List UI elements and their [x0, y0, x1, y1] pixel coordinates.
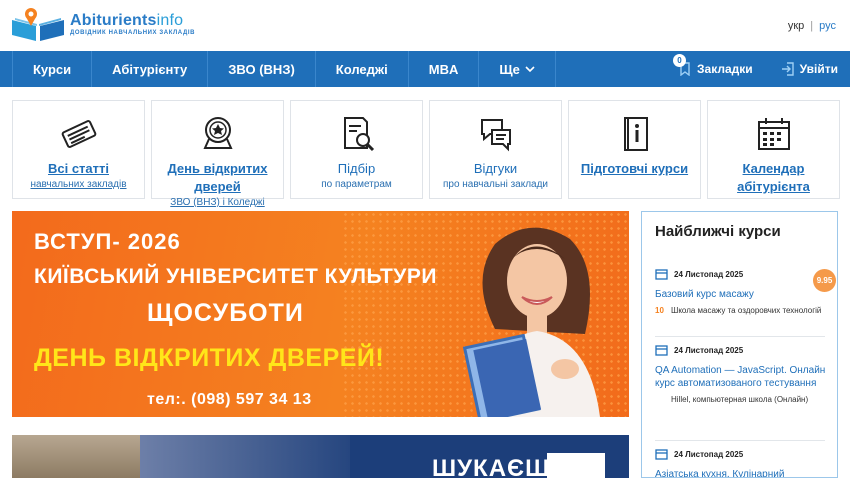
rating-badge: 9.95	[813, 269, 836, 292]
nav-item-applicant[interactable]: Абітурієнту	[92, 51, 209, 87]
bookmarks-button[interactable]: 0 Закладки	[673, 54, 753, 76]
tile-title: Відгуки	[473, 161, 518, 176]
tile-all-articles[interactable]: Всі статті навчальних закладів	[12, 100, 145, 199]
upcoming-courses-panel: Найближчі курси 24 Листопад 2025 Базовий…	[641, 211, 838, 478]
banner-line-1: ВСТУП- 2026	[34, 229, 181, 254]
chevron-down-icon	[525, 66, 535, 73]
tile-subtitle: навчальних закладів	[30, 179, 127, 190]
course-title[interactable]: Азіатська кухня. Кулінарний	[655, 468, 827, 477]
course-title[interactable]: Базовий курс масажу	[655, 288, 827, 301]
course-org: Hillel, компьютерная школа (Онлайн)	[671, 395, 809, 404]
tile-title: Календар абітурієнта	[737, 161, 810, 194]
nav-item-colleges[interactable]: Коледжі	[316, 51, 409, 87]
newspapers-icon	[61, 120, 96, 148]
open-book-logo-icon	[12, 8, 64, 41]
course-item[interactable]: 24 Листопад 2025 Базовий курс масажу 10 Ш…	[655, 268, 827, 316]
login-button[interactable]: Увійти	[781, 62, 838, 76]
award-badge-icon	[202, 117, 233, 149]
tile-calendar[interactable]: Календар абітурієнта	[707, 100, 840, 199]
nav-item-mba[interactable]: MBA	[409, 51, 480, 87]
course-item[interactable]: 24 Листопад 2025 Азіатська кухня. Куліна…	[655, 448, 827, 477]
course-date: 24 Листопад 2025	[674, 449, 744, 459]
lang-ukr[interactable]: укр	[788, 20, 804, 32]
nav-item-more[interactable]: Ще	[479, 51, 556, 87]
banner2-text: ШУКАЄШ	[432, 455, 551, 478]
course-item[interactable]: 24 Листопад 2025 QA Automation — JavaScr…	[655, 344, 827, 405]
banner-phone: тел:. (098) 597 34 13	[147, 391, 312, 408]
course-date: 24 Листопад 2025	[674, 269, 744, 279]
university-logo	[547, 453, 605, 478]
info-book-icon	[623, 117, 648, 151]
lang-rus[interactable]: рус	[819, 20, 836, 32]
tile-subtitle: по параметрам	[321, 179, 392, 190]
calendar-icon	[757, 118, 790, 150]
main-nav: Курси Абітурієнту ЗВО (ВНЗ) Коледжі MBA …	[0, 51, 850, 87]
course-title[interactable]: QA Automation — JavaScript. Онлайн курс …	[655, 364, 827, 390]
tile-open-days[interactable]: День відкритих дверей ЗВО (ВНЗ) і Коледж…	[151, 100, 284, 208]
chat-bubbles-icon	[480, 119, 511, 152]
logo-subtitle: ДОВІДНИК НАВЧАЛЬНИХ ЗАКЛАДІВ	[70, 30, 196, 36]
header: Abiturientsinfo ДОВІДНИК НАВЧАЛЬНИХ ЗАКЛ…	[0, 0, 850, 51]
tile-title: Всі статті	[47, 161, 109, 176]
tile-prep-courses[interactable]: Підготовчі курси	[568, 100, 701, 199]
tile-reviews[interactable]: Відгуки про навчальні заклади	[429, 100, 562, 199]
tile-title: Підбір	[337, 161, 376, 176]
language-switcher: укр | рус	[787, 20, 836, 32]
nav-item-universities[interactable]: ЗВО (ВНЗ)	[208, 51, 316, 87]
tile-title: День відкритих дверей	[167, 161, 268, 194]
tile-subtitle: про навчальні заклади	[442, 179, 549, 190]
building-image	[12, 435, 142, 478]
nav-item-courses[interactable]: Курси	[12, 51, 93, 87]
tile-selection[interactable]: Підбір по параметрам	[290, 100, 423, 199]
quick-links: Всі статті навчальних закладів День відк…	[12, 100, 840, 208]
document-search-icon	[343, 117, 374, 152]
org-rank: 10	[655, 306, 664, 315]
promo-banner[interactable]: ВСТУП- 2026 КИЇВСЬКИЙ УНІВЕРСИТЕТ КУЛЬТУ…	[12, 211, 629, 417]
banner-line-4: ДЕНЬ ВІДКРИТИХ ДВЕРЕЙ!	[34, 344, 385, 372]
student-girl-image	[462, 227, 600, 417]
site-logo[interactable]: Abiturientsinfo ДОВІДНИК НАВЧАЛЬНИХ ЗАКЛ…	[10, 6, 195, 42]
calendar-icon	[655, 345, 668, 356]
login-icon	[781, 62, 794, 76]
banner-line-2: КИЇВСЬКИЙ УНІВЕРСИТЕТ КУЛЬТУРИ	[34, 265, 437, 288]
tile-subtitle: ЗВО (ВНЗ) і Коледжі	[170, 197, 265, 208]
calendar-icon	[655, 449, 668, 460]
calendar-icon	[655, 269, 668, 280]
course-org: Школа масажу та оздоровчих технологій	[671, 306, 822, 315]
secondary-banner[interactable]: ШУКАЄШ	[12, 435, 629, 478]
banner-line-3: ЩОСУБОТИ	[147, 299, 304, 327]
bookmarks-count-badge: 0	[673, 54, 686, 67]
panel-title: Найближчі курси	[655, 223, 781, 240]
course-date: 24 Листопад 2025	[674, 345, 744, 355]
logo-title: Abiturientsinfo	[70, 12, 184, 29]
tile-title: Підготовчі курси	[580, 161, 689, 176]
